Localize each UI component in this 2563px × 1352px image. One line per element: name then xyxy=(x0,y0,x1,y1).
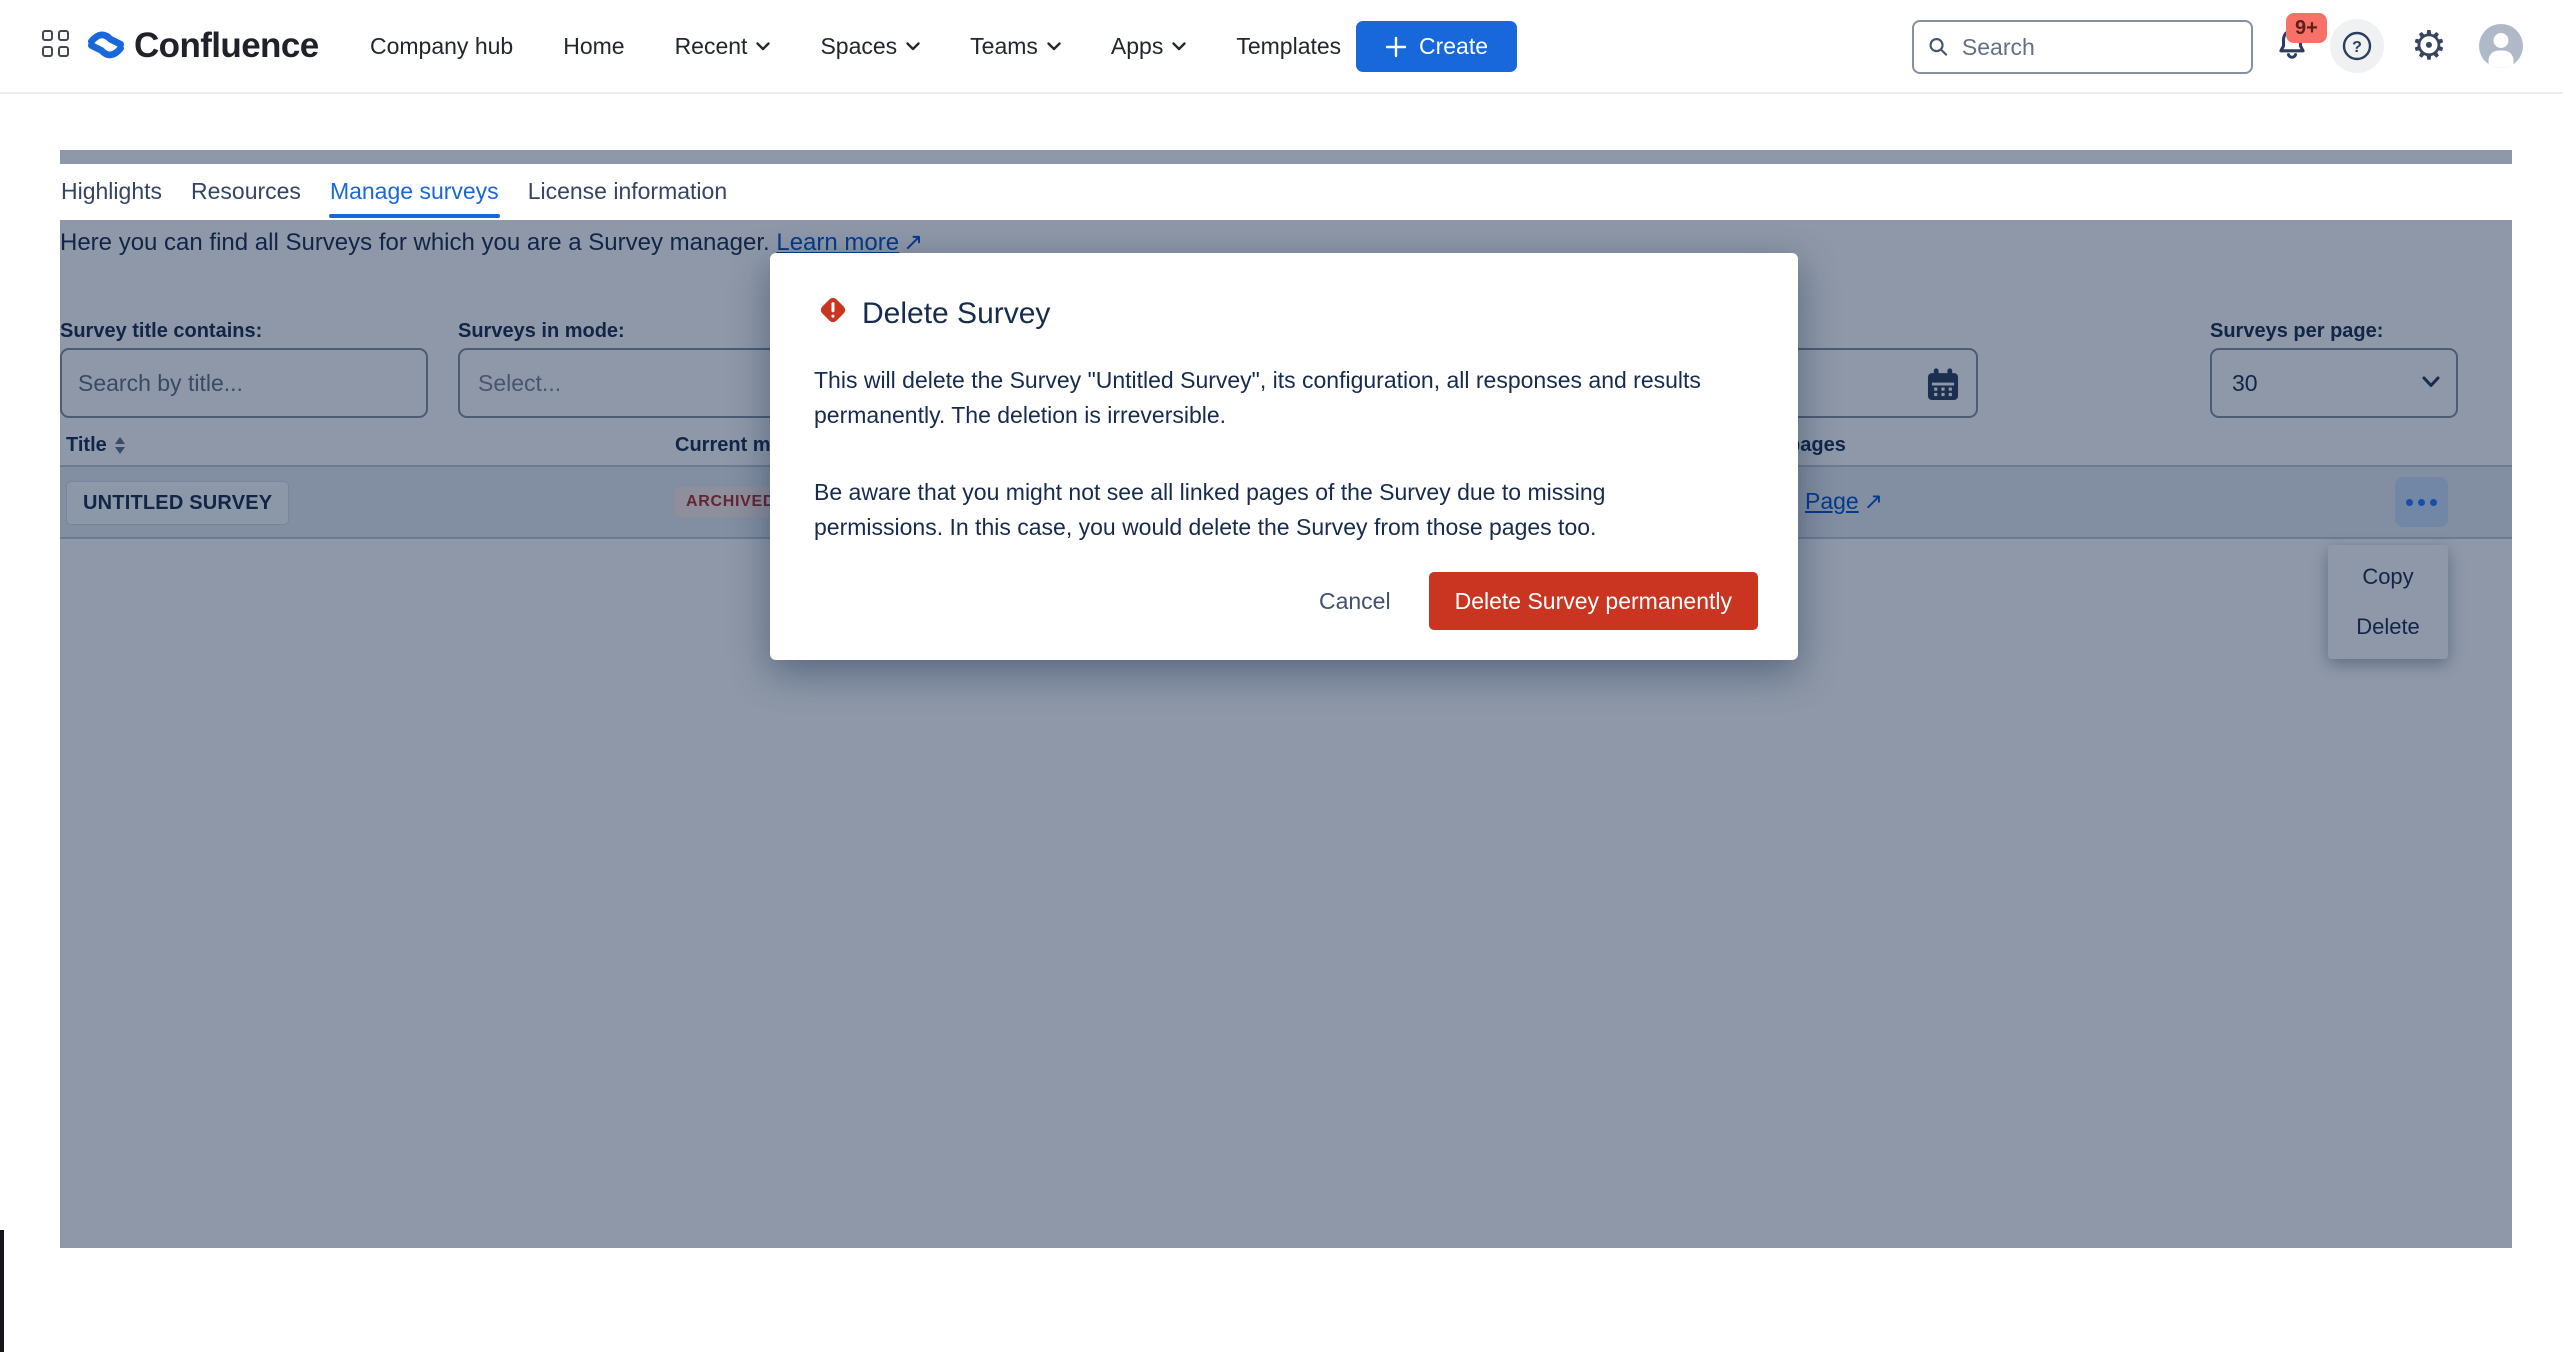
tab-license-information[interactable]: License information xyxy=(527,164,728,219)
question-icon: ? xyxy=(2340,29,2374,63)
help-button[interactable]: ? xyxy=(2330,19,2384,73)
delete-survey-dialog: Delete Survey This will delete the Surve… xyxy=(770,253,1798,660)
plus-icon xyxy=(1385,36,1407,58)
dialog-title: Delete Survey xyxy=(862,297,1050,331)
screen-edge-artifact xyxy=(0,1230,4,1352)
nav-home[interactable]: Home xyxy=(563,33,624,60)
nav-company-hub[interactable]: Company hub xyxy=(370,33,513,60)
tab-highlights[interactable]: Highlights xyxy=(60,164,163,219)
dialog-paragraph-2: Be aware that you might not see all link… xyxy=(814,475,1694,545)
nav-recent[interactable]: Recent xyxy=(675,33,771,60)
page-tabs: Highlights Resources Manage surveys Lice… xyxy=(60,164,728,219)
nav-teams[interactable]: Teams xyxy=(970,33,1061,60)
error-warning-icon xyxy=(816,293,850,327)
dialog-paragraph-1: This will delete the Survey "Untitled Su… xyxy=(814,363,1794,433)
create-button[interactable]: Create xyxy=(1356,21,1517,72)
delete-permanently-button[interactable]: Delete Survey permanently xyxy=(1429,572,1758,630)
tab-resources[interactable]: Resources xyxy=(190,164,302,219)
search-icon xyxy=(1927,34,1950,60)
chevron-down-icon xyxy=(756,42,770,51)
dialog-footer: Cancel Delete Survey permanently xyxy=(1319,572,1758,630)
logo-wordmark: Confluence xyxy=(134,26,319,66)
chevron-down-icon xyxy=(1172,42,1186,51)
person-icon xyxy=(2479,24,2523,68)
confluence-mark-icon xyxy=(88,29,124,63)
primary-nav: Company hub Home Recent Spaces Teams App… xyxy=(370,0,1341,92)
svg-text:?: ? xyxy=(2352,39,2362,56)
nav-templates[interactable]: Templates xyxy=(1236,33,1341,60)
avatar[interactable] xyxy=(2479,24,2523,68)
chevron-down-icon xyxy=(1047,42,1061,51)
dimmed-panel-edge xyxy=(60,150,2512,164)
confluence-page: Confluence Company hub Home Recent Space… xyxy=(0,0,2563,1352)
nav-spaces[interactable]: Spaces xyxy=(820,33,920,60)
notification-count-badge[interactable]: 9+ xyxy=(2286,13,2327,43)
chevron-down-icon xyxy=(906,42,920,51)
tab-manage-surveys[interactable]: Manage surveys xyxy=(329,164,500,219)
top-nav-bar: Confluence Company hub Home Recent Space… xyxy=(0,0,2563,94)
nav-apps[interactable]: Apps xyxy=(1111,33,1186,60)
cancel-button[interactable]: Cancel xyxy=(1319,588,1391,615)
confluence-logo[interactable]: Confluence xyxy=(88,22,319,70)
global-search[interactable] xyxy=(1912,20,2253,74)
settings-gear-icon[interactable]: ⚙ xyxy=(2411,22,2447,70)
app-switcher-icon[interactable] xyxy=(42,30,72,60)
search-input[interactable] xyxy=(1960,33,2238,62)
